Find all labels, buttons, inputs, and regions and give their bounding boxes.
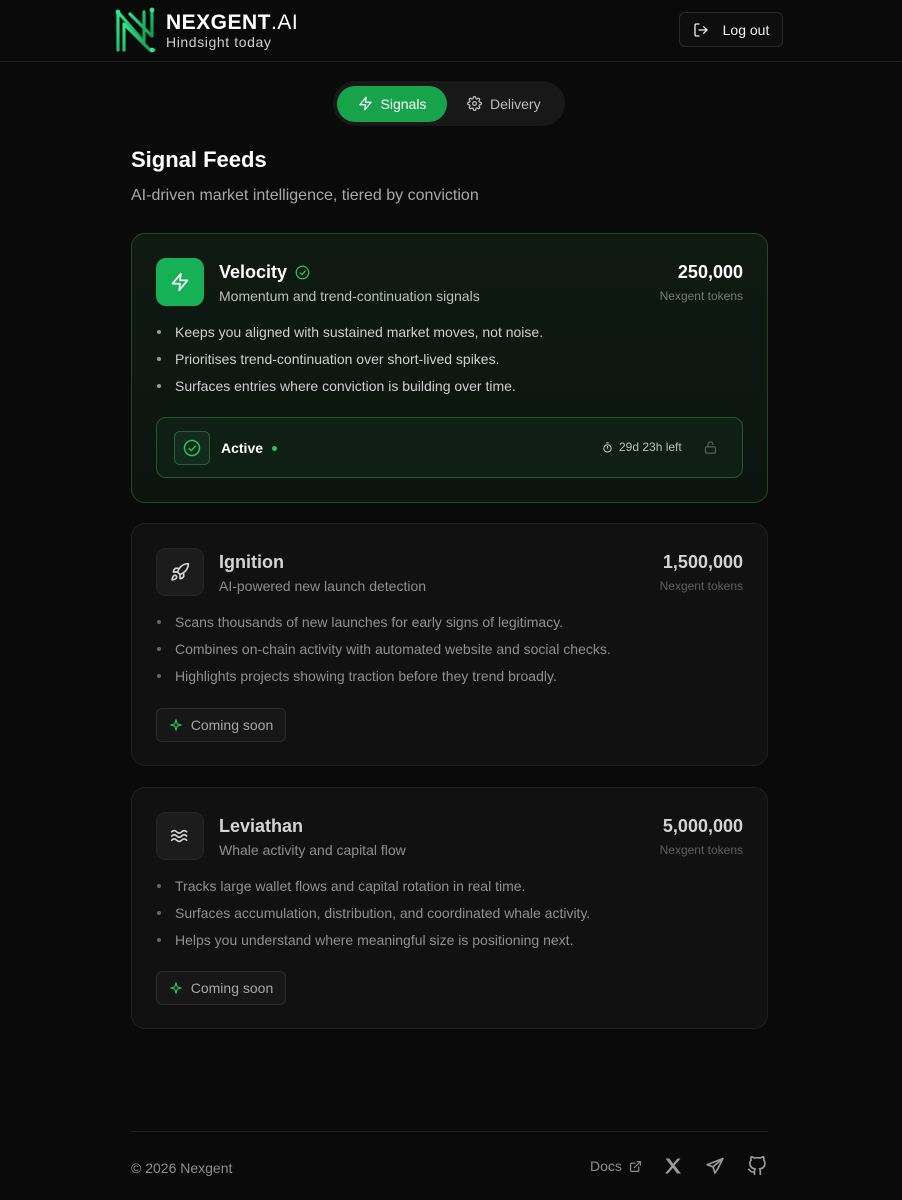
- coming-soon-text: Coming soon: [190, 717, 274, 733]
- external-link-icon: [629, 1160, 641, 1172]
- feature-list: Scans thousands of new launches for earl…: [156, 612, 611, 693]
- footer-divider: [131, 1131, 768, 1132]
- github-icon[interactable]: [747, 1156, 767, 1176]
- price-unit: Nexgent tokens: [659, 289, 743, 303]
- feed-name: Leviathan: [219, 816, 304, 836]
- logout-label: Log out: [722, 21, 770, 38]
- nexgent-logo-icon: [115, 7, 156, 53]
- feed-description: Whale activity and capital flow: [219, 842, 406, 858]
- app-header: NEXGENT.AI Hindsight today Log out: [0, 0, 902, 62]
- price-value: 5,000,000: [662, 816, 743, 836]
- coming-soon-badge: Coming soon: [156, 971, 286, 1005]
- copyright: © 2026 Nexgent: [131, 1160, 233, 1176]
- status-text: Active: [221, 440, 264, 456]
- footer-links: Docs: [590, 1156, 767, 1176]
- status-label: Active: [221, 440, 278, 456]
- feed-card-ignition: Ignition AI-powered new launch detection…: [131, 523, 768, 766]
- brand-name: NEXGENT.AI: [166, 10, 299, 34]
- feature-list: Tracks large wallet flows and capital ro…: [156, 876, 590, 957]
- feature-item: Combines on-chain activity with automate…: [156, 639, 611, 666]
- zap-icon: [358, 96, 372, 111]
- feature-item: Prioritises trend-continuation over shor…: [156, 349, 543, 376]
- sparkle-icon: [169, 719, 182, 731]
- feature-item: Surfaces accumulation, distribution, and…: [156, 903, 590, 930]
- page-subtitle: AI-driven market intelligence, tiered by…: [131, 187, 479, 204]
- brand-logo[interactable]: NEXGENT.AI Hindsight today: [114, 6, 298, 54]
- rocket-icon: [171, 562, 190, 581]
- brand-text: NEXGENT.AI Hindsight today: [166, 12, 298, 49]
- feed-price: 1,500,000 Nexgent tokens: [660, 552, 743, 593]
- price-value: 1,500,000: [662, 552, 743, 572]
- check-circle-icon: [295, 265, 310, 280]
- check-circle-icon: [183, 439, 201, 457]
- feed-icon-container: [156, 258, 204, 306]
- tab-delivery-label: Delivery: [490, 95, 541, 112]
- tab-signals-label: Signals: [380, 95, 427, 112]
- feed-price: 5,000,000 Nexgent tokens: [660, 816, 743, 857]
- telegram-icon[interactable]: [705, 1156, 725, 1176]
- time-remaining: 29d 23h left: [602, 440, 682, 454]
- feed-card-leviathan: Leviathan Whale activity and capital flo…: [131, 787, 768, 1029]
- feed-name: Velocity: [219, 262, 310, 283]
- sparkle-icon: [169, 982, 182, 994]
- timer-icon: [603, 441, 612, 453]
- feature-item: Scans thousands of new launches for earl…: [156, 612, 611, 639]
- status-icon-container: [174, 431, 210, 465]
- feed-price: 250,000 Nexgent tokens: [660, 262, 743, 303]
- feed-name: Ignition: [219, 552, 284, 572]
- feed-tabs: Signals Delivery: [333, 81, 565, 126]
- time-remaining-text: 29d 23h left: [619, 440, 682, 454]
- feature-item: Keeps you aligned with sustained market …: [156, 322, 543, 349]
- price-unit: Nexgent tokens: [659, 843, 743, 857]
- feature-item: Highlights projects showing traction bef…: [156, 666, 611, 693]
- feed-description: AI-powered new launch detection: [219, 578, 427, 594]
- coming-soon-text: Coming soon: [190, 980, 274, 996]
- docs-link[interactable]: Docs: [590, 1158, 642, 1174]
- lock-icon[interactable]: [703, 440, 718, 455]
- feature-list: Keeps you aligned with sustained market …: [156, 322, 543, 403]
- price-unit: Nexgent tokens: [659, 579, 743, 593]
- gear-icon: [467, 96, 482, 111]
- feature-item: Helps you understand where meaningful si…: [156, 930, 590, 957]
- tab-delivery[interactable]: Delivery: [447, 86, 561, 122]
- docs-link-label: Docs: [590, 1158, 622, 1174]
- tab-signals[interactable]: Signals: [337, 85, 447, 122]
- feature-item: Surfaces entries where conviction is bui…: [156, 376, 543, 403]
- waves-icon: [170, 829, 188, 843]
- subscription-status: Active 29d 23h left: [156, 417, 743, 478]
- x-icon[interactable]: [663, 1156, 683, 1176]
- page-title: Signal Feeds: [131, 147, 267, 172]
- feed-card-velocity: Velocity Momentum and trend-continuation…: [131, 233, 768, 503]
- feed-description: Momentum and trend-continuation signals: [219, 288, 480, 304]
- zap-icon: [171, 272, 189, 292]
- feature-item: Tracks large wallet flows and capital ro…: [156, 876, 590, 903]
- coming-soon-badge: Coming soon: [156, 708, 286, 742]
- feed-icon-container: [156, 812, 204, 860]
- status-dot: [272, 445, 278, 451]
- logout-button[interactable]: Log out: [679, 12, 783, 47]
- feed-name-text: Velocity: [219, 262, 288, 282]
- brand-tagline: Hindsight today: [166, 33, 272, 50]
- feed-icon-container: [156, 548, 204, 596]
- price-value: 250,000: [677, 262, 743, 282]
- log-out-icon: [693, 22, 708, 37]
